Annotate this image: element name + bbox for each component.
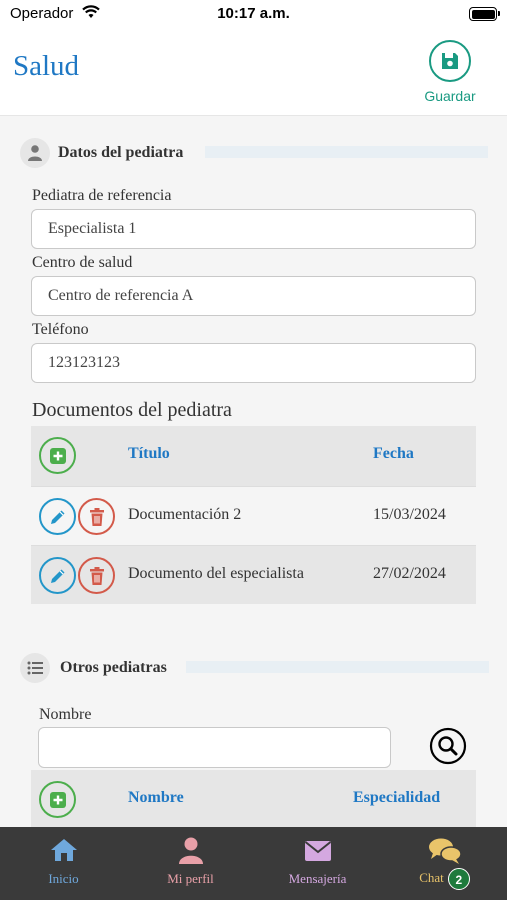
tab-mi-perfil[interactable]: Mi perfil	[127, 827, 254, 900]
add-pediatra-button[interactable]	[39, 781, 76, 818]
section-title: Otros pediatras	[60, 659, 167, 676]
label-nombre: Nombre	[39, 706, 92, 723]
tab-label: Mensajería	[288, 871, 347, 886]
section-header-otros: Otros pediatras	[20, 653, 490, 683]
clock: 10:17 a.m.	[217, 5, 290, 22]
home-icon	[49, 837, 79, 868]
chat-icon	[428, 837, 462, 870]
doc-title: Documento del especialista	[128, 565, 304, 582]
label-centro: Centro de salud	[32, 254, 133, 271]
search-button[interactable]	[429, 727, 467, 765]
chat-label-text: Chat	[419, 869, 444, 885]
tab-inicio[interactable]: Inicio	[0, 827, 127, 900]
documents-table: Título Fecha Documentación 2 15/03/2024 …	[31, 426, 476, 604]
trash-icon	[89, 566, 104, 585]
chat-badge: 2	[447, 868, 470, 890]
app-header: Salud Guardar	[0, 30, 507, 116]
save-button[interactable]: Guardar	[420, 40, 480, 110]
telefono-field[interactable]: 123123123	[31, 343, 476, 383]
tab-label: Mi perfil	[167, 871, 214, 886]
delete-button[interactable]	[78, 557, 115, 594]
table-header: Nombre Especialidad	[31, 770, 476, 830]
doctor-icon	[20, 138, 50, 168]
floppy-disk-icon	[429, 40, 471, 82]
battery-icon	[469, 7, 500, 21]
column-date[interactable]: Fecha	[373, 445, 414, 463]
documents-title: Documentos del pediatra	[32, 399, 232, 421]
section-header-pediatra: Datos del pediatra	[20, 138, 490, 168]
nombre-search-input[interactable]	[38, 727, 391, 768]
tab-label-chat: Chat 2	[381, 868, 507, 890]
page-title: Salud	[13, 50, 80, 82]
envelope-icon	[304, 840, 332, 867]
status-bar: Operador 10:17 a.m.	[0, 0, 507, 30]
add-document-button[interactable]	[39, 437, 76, 474]
plus-square-icon	[49, 447, 66, 464]
table-header: Título Fecha	[31, 426, 476, 486]
doc-date: 15/03/2024	[373, 506, 446, 523]
doc-title: Documentación 2	[128, 506, 242, 523]
edit-button[interactable]	[39, 557, 76, 594]
edit-button[interactable]	[39, 498, 76, 535]
pediatra-field[interactable]: Especialista 1	[31, 209, 476, 249]
column-name[interactable]: Nombre	[128, 789, 184, 807]
tab-label: Inicio	[48, 871, 79, 886]
label-telefono: Teléfono	[32, 321, 89, 338]
otros-table: Nombre Especialidad	[31, 770, 476, 830]
tab-mensajeria[interactable]: Mensajería	[254, 827, 381, 900]
search-icon	[429, 727, 467, 765]
tab-chat[interactable]: Chat 2	[381, 827, 507, 900]
label-pediatra: Pediatra de referencia	[32, 187, 172, 204]
section-divider	[205, 146, 488, 158]
list-icon	[20, 653, 50, 683]
section-title: Datos del pediatra	[58, 144, 184, 161]
pencil-icon	[50, 569, 64, 583]
bottom-tab-bar: Inicio Mi perfil Mensajería Chat 2	[0, 827, 507, 900]
doc-date: 27/02/2024	[373, 565, 446, 582]
trash-icon	[89, 507, 104, 526]
delete-button[interactable]	[78, 498, 115, 535]
save-label: Guardar	[424, 88, 476, 104]
centro-field[interactable]: Centro de referencia A	[31, 276, 476, 316]
pencil-icon	[50, 510, 64, 524]
column-title[interactable]: Título	[128, 445, 170, 463]
user-icon	[178, 837, 204, 870]
section-divider	[186, 661, 489, 673]
plus-square-icon	[49, 791, 66, 808]
column-specialty[interactable]: Especialidad	[353, 789, 440, 807]
table-row: Documentación 2 15/03/2024	[31, 486, 476, 545]
table-row: Documento del especialista 27/02/2024	[31, 545, 476, 604]
